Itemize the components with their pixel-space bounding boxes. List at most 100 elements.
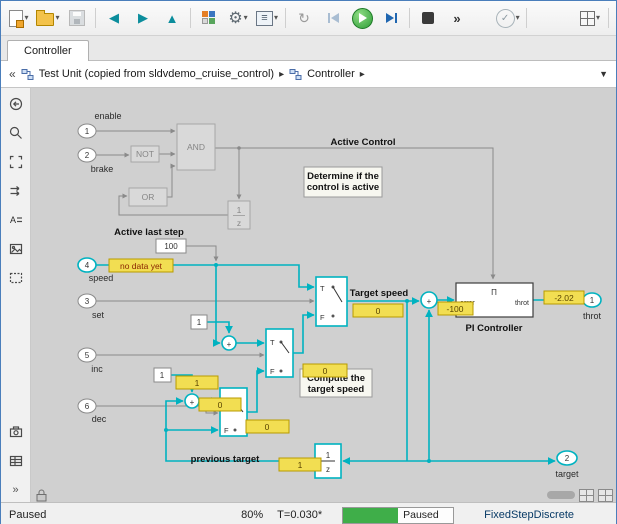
zoom-button[interactable] bbox=[4, 123, 28, 143]
signal-table-button[interactable] bbox=[4, 451, 28, 471]
inport-brake[interactable]: 2 brake bbox=[77, 147, 113, 174]
svg-text:1: 1 bbox=[160, 371, 165, 380]
viewers-button[interactable] bbox=[4, 422, 28, 442]
svg-text:-2.02: -2.02 bbox=[554, 293, 574, 303]
badge-inc-one[interactable]: 1 bbox=[175, 375, 219, 390]
badge-pi-out[interactable]: -2.02 bbox=[543, 290, 585, 305]
badge-switch3-zero[interactable]: 0 bbox=[245, 419, 290, 434]
badge-target-speed[interactable]: 0 bbox=[352, 303, 404, 318]
inport-inc[interactable]: 5 inc bbox=[77, 347, 103, 374]
browser-toggle-button[interactable] bbox=[4, 94, 28, 114]
not-block[interactable]: NOT bbox=[130, 145, 160, 163]
signal-switch3-out[interactable] bbox=[247, 367, 265, 413]
area-button[interactable] bbox=[4, 268, 28, 288]
signal-switch2-out[interactable] bbox=[293, 311, 315, 354]
open-button[interactable]: ▾ bbox=[34, 5, 62, 31]
up-to-parent-button[interactable]: ▲ bbox=[158, 5, 186, 31]
tab-bar: Controller bbox=[1, 36, 616, 61]
or-block[interactable]: OR bbox=[128, 187, 168, 207]
fit-to-view-button[interactable] bbox=[4, 152, 28, 172]
chevron-down-icon: ▾ bbox=[273, 13, 278, 22]
breadcrumb-collapse-icon[interactable]: « bbox=[9, 67, 16, 81]
badge-prev-target[interactable]: 1 bbox=[278, 457, 322, 472]
outport-target[interactable]: 2 target bbox=[555, 450, 579, 479]
browser-toggle-icon bbox=[9, 97, 22, 111]
save-icon bbox=[69, 10, 85, 26]
switch1-block[interactable]: T F bbox=[315, 276, 348, 327]
signal-speed-branch[interactable] bbox=[212, 265, 221, 347]
step-back-button[interactable] bbox=[319, 5, 347, 31]
sum1-block[interactable]: + bbox=[420, 291, 438, 309]
canvas-grid-button[interactable] bbox=[598, 488, 613, 502]
fast-restart-icon: ↻ bbox=[298, 9, 310, 26]
forward-button[interactable]: ▶ bbox=[129, 5, 157, 31]
inport-enable[interactable]: 1 enable bbox=[77, 111, 122, 139]
library-browser-button[interactable] bbox=[195, 5, 223, 31]
signal-or-out[interactable] bbox=[167, 163, 176, 198]
active-last-step-label: Active last step bbox=[114, 227, 184, 238]
svg-text:0: 0 bbox=[218, 400, 223, 410]
svg-text:OR: OR bbox=[142, 192, 155, 202]
breadcrumb-separator-icon[interactable]: ▸ bbox=[279, 69, 284, 80]
breadcrumb-item-test-unit[interactable]: Test Unit (copied from sldvdemo_cruise_c… bbox=[39, 68, 274, 80]
new-model-button[interactable]: ▾ bbox=[5, 5, 33, 31]
active-control-label: Active Control bbox=[331, 137, 396, 148]
sum2-block[interactable]: + bbox=[221, 335, 237, 351]
signal-const100[interactable] bbox=[186, 245, 219, 262]
lock-icon[interactable] bbox=[34, 488, 49, 502]
inport-speed[interactable]: 4 speed bbox=[77, 257, 113, 283]
model-canvas[interactable]: 1 enable 2 brake 4 speed 3 set 5 inc 6 d… bbox=[31, 88, 616, 488]
horizontal-scrollbar[interactable] bbox=[547, 491, 575, 499]
branch-dot bbox=[214, 263, 218, 267]
switch3-block[interactable]: T F bbox=[219, 387, 248, 437]
data-inspector-button[interactable]: ▾ bbox=[576, 5, 604, 31]
constant-1a-block[interactable]: 1 bbox=[190, 314, 208, 330]
toolbar-overflow-button[interactable]: » bbox=[443, 5, 471, 31]
simulation-manager-button[interactable]: ≡ ▾ bbox=[253, 5, 281, 31]
breadcrumb: « Test Unit (copied from sldvdemo_cruise… bbox=[1, 61, 616, 88]
outport-throt[interactable]: 1 throt bbox=[582, 292, 602, 321]
signal-const1a[interactable] bbox=[207, 321, 233, 334]
toolbar-separator bbox=[608, 8, 609, 28]
switch2-block[interactable]: T F bbox=[265, 328, 294, 378]
badge-sum3-zero[interactable]: 0 bbox=[198, 397, 242, 412]
save-button[interactable] bbox=[63, 5, 91, 31]
breadcrumb-item-controller[interactable]: Controller bbox=[307, 68, 355, 80]
sum3-block[interactable]: + bbox=[184, 393, 200, 409]
badge-no-data-yet[interactable]: no data yet bbox=[108, 258, 174, 273]
annotation-determine[interactable]: Determine if the control is active bbox=[303, 166, 383, 198]
run-button[interactable] bbox=[348, 5, 376, 31]
stop-icon bbox=[422, 12, 434, 24]
svg-text:2: 2 bbox=[565, 454, 570, 463]
model-settings-button[interactable]: ⚙ ▾ bbox=[224, 5, 252, 31]
branch-dot bbox=[405, 299, 409, 303]
solver-name[interactable]: FixedStepDiscrete bbox=[484, 509, 574, 521]
inport-set[interactable]: 3 set bbox=[77, 293, 104, 320]
palette-more-button[interactable]: » bbox=[4, 480, 28, 500]
inport-dec[interactable]: 6 dec bbox=[77, 398, 107, 424]
constant-1b-block[interactable]: 1 bbox=[153, 367, 172, 383]
tab-controller[interactable]: Controller bbox=[7, 40, 89, 61]
and-block[interactable]: AND bbox=[176, 123, 216, 171]
svg-text:-100: -100 bbox=[446, 304, 463, 314]
breadcrumb-dropdown-icon[interactable]: ▼ bbox=[599, 69, 608, 79]
back-button[interactable]: ◀ bbox=[100, 5, 128, 31]
stop-button[interactable] bbox=[414, 5, 442, 31]
constant-100-block[interactable]: 100 bbox=[155, 238, 187, 254]
breadcrumb-separator-icon[interactable]: ▸ bbox=[360, 69, 365, 80]
badge-switch2-zero[interactable]: 0 bbox=[302, 363, 348, 378]
fast-restart-button[interactable]: ↻ bbox=[290, 5, 318, 31]
data-inspector-icon bbox=[579, 10, 595, 26]
image-button[interactable] bbox=[4, 239, 28, 259]
step-forward-button[interactable] bbox=[377, 5, 405, 31]
annotation-button[interactable]: A bbox=[4, 210, 28, 230]
check-circle-icon: ✓ bbox=[495, 8, 515, 28]
canvas-views-button[interactable] bbox=[579, 488, 594, 502]
verify-button[interactable]: ✓ ▾ bbox=[494, 5, 522, 31]
signal-routing-button[interactable] bbox=[4, 181, 28, 201]
badge-pi-in[interactable]: -100 bbox=[437, 301, 474, 316]
run-icon bbox=[351, 7, 373, 29]
svg-text:z: z bbox=[326, 465, 330, 474]
unit-delay1-block[interactable]: 1 z bbox=[227, 200, 251, 230]
chevron-down-icon: ▾ bbox=[55, 13, 60, 22]
